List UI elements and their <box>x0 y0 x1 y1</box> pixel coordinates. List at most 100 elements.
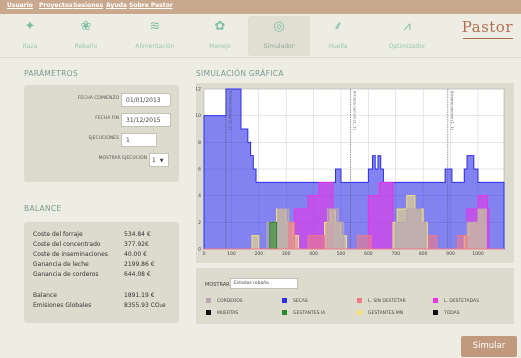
pastor-logo: Pastor <box>461 18 513 36</box>
x-tick-label: 900 <box>446 251 455 257</box>
legend-label: GESTANTES IA <box>293 311 326 316</box>
mostrar-ejecucion-select[interactable]: 1 ▼ <box>149 153 169 167</box>
menu-sesiones[interactable]: Sesiones <box>73 2 103 9</box>
legend-swatch <box>357 310 362 315</box>
legend-item-l-sin-destetar: L. SIN DESTETAR <box>357 298 406 304</box>
legend-swatch <box>433 298 438 303</box>
legend-swatch <box>433 310 438 315</box>
y-tick-label: 0 <box>198 247 201 253</box>
mostrar-select[interactable]: Estados rebaño <box>230 278 298 289</box>
fecha-fin-input[interactable]: 31/12/2015 <box>121 113 171 127</box>
tab-simulador-label: Simulador <box>263 43 295 50</box>
x-tick-label: 800 <box>419 251 428 257</box>
tab-optimizador-label: Optimizador <box>388 43 426 50</box>
tab-manejo[interactable]: ✿ Manejo <box>194 16 246 56</box>
ejecuciones-input[interactable]: 1 <box>121 133 157 147</box>
legend-item-gestantes-ia: GESTANTES IA <box>282 310 325 316</box>
balance-row-label: Coste del concentrado <box>33 241 101 248</box>
optimizer-icon: ⩘ <box>403 19 411 34</box>
tab-optimizador[interactable]: ⩘ Optimizador <box>372 16 442 56</box>
simular-button[interactable]: Simular <box>461 336 517 357</box>
tab-raza[interactable]: ✦ Raza <box>4 16 56 56</box>
balance-row-value: 377.92€ <box>124 241 149 248</box>
x-tick-label: 500 <box>337 251 346 257</box>
logo-underline <box>463 38 513 39</box>
feed-icon: ≋ <box>149 19 161 34</box>
legend-panel: MOSTRAR: Estados rebaño CORDEROS SECAS L… <box>196 268 514 324</box>
simulacion-title: SIMULACIÓN GRÁFICA <box>196 69 284 78</box>
menu-usuario[interactable]: Usuario <box>7 2 33 9</box>
breed-icon: ✦ <box>24 19 36 34</box>
y-tick-label: 8 <box>198 140 201 146</box>
legend-item-todas: TODAS <box>433 310 460 316</box>
parametros-panel: FECHA COMIENZO 01/01/2013 FECHA FIN 31/1… <box>24 85 179 182</box>
x-tick-label: 600 <box>364 251 373 257</box>
legend-item-corderos: CORDEROS <box>206 298 243 304</box>
x-tick-label: 100 <box>227 251 236 257</box>
menu-ayuda[interactable]: Ayuda <box>106 2 127 9</box>
mostrar-label: MOSTRAR: <box>205 282 232 288</box>
balance-row-label: Coste del forraje <box>33 231 83 238</box>
x-tick-label: 200 <box>254 251 263 257</box>
mostrar-select-value: Estados rebaño <box>234 281 269 286</box>
fecha-comienzo-input[interactable]: 01/01/2013 <box>121 93 171 107</box>
balance-row-label: Ganancia de corderos <box>33 271 99 278</box>
balance-row-value: 40.00 € <box>124 251 147 258</box>
module-tab-bar: ✦ Raza ❀ Rebaño ≋ Alimentación ✿ Manejo … <box>0 14 521 58</box>
fecha-fin-label: FECHA FIN <box>95 116 119 121</box>
event-marker-label: Entrada carnero (1, 1) <box>353 91 357 130</box>
tab-huella[interactable]: ⸙ Huella <box>312 16 364 56</box>
flock-icon: ❀ <box>80 19 92 34</box>
tab-huella-label: Huella <box>328 43 348 50</box>
legend-swatch <box>282 298 287 303</box>
event-marker-label: Entrada carnero (1, 1) <box>228 91 232 130</box>
legend-item-gestantes-mn: GESTANTES MN <box>357 310 403 316</box>
legend-swatch <box>282 310 287 315</box>
menu-sobre-pastor[interactable]: Sobre Pastor <box>129 2 173 9</box>
tab-rebano-label: Rebaño <box>74 43 98 50</box>
legend-label: GESTANTES MN <box>368 311 404 316</box>
legend-item-muertas: MUERTAS <box>206 310 238 316</box>
fecha-comienzo-label: FECHA COMIENZO <box>77 96 119 101</box>
y-tick-label: 10 <box>196 113 201 119</box>
legend-label: CORDEROS <box>217 299 243 304</box>
balance-row-label: Ganancia de leche <box>33 261 89 268</box>
tab-simulador[interactable]: ◎ Simulador <box>248 16 310 56</box>
menu-proyectos[interactable]: Proyectos <box>39 2 73 9</box>
ejecuciones-label: EJECUCIONES <box>88 136 119 141</box>
y-tick-label: 6 <box>198 167 201 173</box>
tab-alimentacion[interactable]: ≋ Alimentación <box>120 16 190 56</box>
x-tick-label: 0 <box>203 251 206 257</box>
legend-swatch <box>206 310 211 315</box>
legend-label: L. SIN DESTETAR <box>368 299 406 304</box>
emisiones-value: 8355.93 CO₂e <box>124 302 166 309</box>
legend-label: L. DESTETADAS <box>444 299 479 304</box>
legend-item-l-destetadas: L. DESTETADAS <box>433 298 479 304</box>
mostrar-ejecucion-value: 1 <box>152 157 156 164</box>
x-tick-label: 1000 <box>472 251 484 257</box>
balance-row-value: 644.08 € <box>124 271 151 278</box>
menu-bar: Usuario Proyectos Sesiones Ayuda Sobre P… <box>0 0 521 14</box>
mostrar-ejecucion-label: MOSTRAR EJECUCIÓN <box>98 156 147 161</box>
tab-alimentacion-label: Alimentación <box>135 43 175 50</box>
management-icon: ✿ <box>214 19 226 34</box>
simulator-icon: ◎ <box>273 19 285 34</box>
tab-raza-label: Raza <box>22 43 38 50</box>
emisiones-label: Emisiones Globales <box>33 302 92 309</box>
balance-row-label: Coste de inseminaciones <box>33 251 108 258</box>
balance-total-label: Balance <box>33 292 57 299</box>
chart-panel: 0 2 4 6 8 10 12 0 100 200 300 400 500 600 700 800 900 100… <box>195 83 514 263</box>
balance-row-value: 2199.86 € <box>124 261 155 268</box>
parametros-title: PARÁMETROS <box>24 69 78 78</box>
y-tick-label: 2 <box>198 220 201 226</box>
tab-rebano[interactable]: ❀ Rebaño <box>60 16 112 56</box>
chevron-down-icon: ▼ <box>159 158 164 164</box>
legend-label: MUERTAS <box>217 311 239 316</box>
footprint-icon: ⸙ <box>333 19 343 34</box>
legend-label: TODAS <box>444 311 460 316</box>
x-tick-label: 400 <box>309 251 318 257</box>
x-tick-label: 700 <box>391 251 400 257</box>
tab-manejo-label: Manejo <box>209 43 231 50</box>
legend-swatch <box>357 298 362 303</box>
balance-title: BALANCE <box>24 204 62 213</box>
